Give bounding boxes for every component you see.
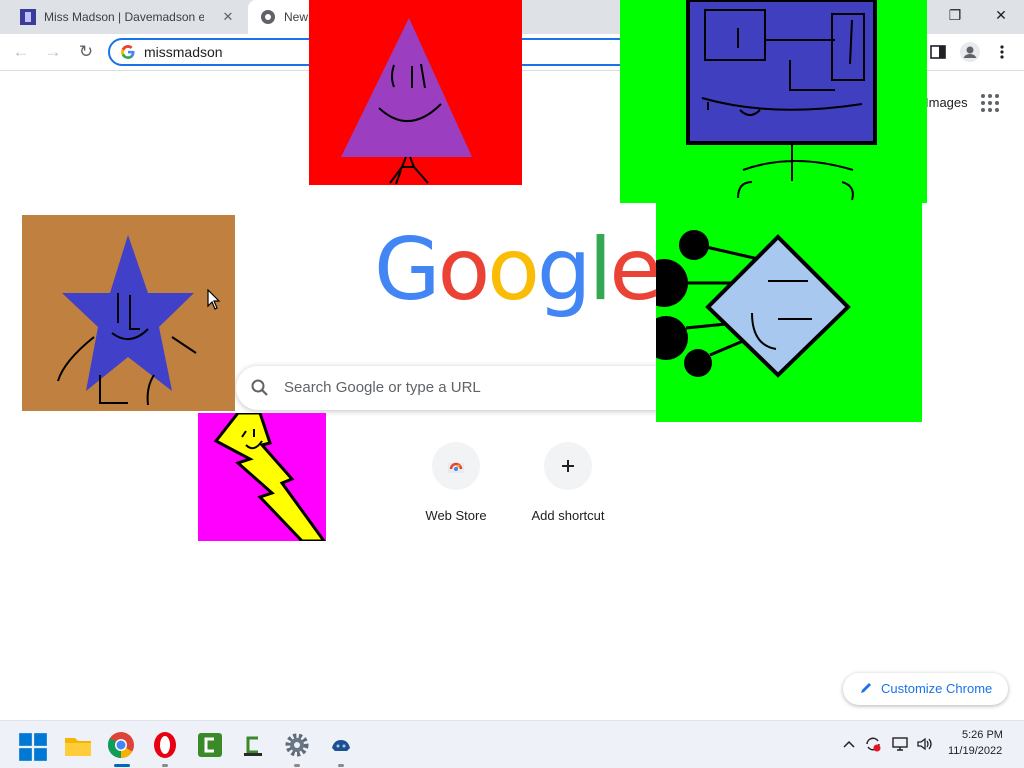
close-icon[interactable]: ✕: [220, 9, 236, 25]
chevron-up-icon[interactable]: [842, 737, 856, 751]
network-icon[interactable]: [891, 735, 909, 753]
search-icon: [251, 379, 268, 396]
game-icon[interactable]: [326, 730, 356, 760]
clock-time[interactable]: 5:26 PM: [962, 729, 1003, 741]
shortcut-add[interactable]: Add shortcut: [512, 442, 624, 532]
camtasia-recorder-icon[interactable]: [238, 730, 268, 760]
file-explorer-icon[interactable]: [63, 730, 93, 760]
menu-dots-icon[interactable]: [996, 43, 1008, 61]
side-panel-icon[interactable]: [929, 43, 947, 61]
shortcut-label: Add shortcut: [531, 508, 605, 523]
tab-title: Miss Madson | Davemadson ente: [44, 10, 204, 24]
logo-letter: o: [487, 220, 540, 320]
plus-icon: [562, 460, 574, 472]
blue-star-drawing: [22, 215, 235, 411]
google-logo: Google: [374, 220, 662, 320]
chrome-icon[interactable]: [106, 730, 136, 760]
pencil-icon: [861, 683, 871, 693]
logo-letter: o: [437, 220, 491, 320]
running-indicator: [338, 764, 344, 767]
camtasia-icon[interactable]: [195, 730, 225, 760]
images-link[interactable]: Images: [925, 95, 968, 110]
back-button[interactable]: ←: [9, 40, 33, 64]
search-placeholder: Search Google or type a URL: [284, 379, 481, 396]
profile-avatar-icon[interactable]: [959, 41, 981, 63]
chrome-favicon-icon: [261, 10, 275, 24]
opera-icon[interactable]: [150, 730, 180, 760]
windows-taskbar: [0, 720, 1024, 768]
shortcut-tile: [544, 442, 592, 490]
webstore-icon: [448, 462, 464, 473]
logo-letter: e: [609, 220, 662, 320]
active-app-indicator: [114, 764, 130, 767]
forward-button[interactable]: →: [41, 40, 65, 64]
running-indicator: [294, 764, 300, 767]
close-window-button[interactable]: ✕: [986, 4, 1016, 26]
blue-square-drawing: [620, 0, 927, 203]
blue-diamond-drawing: [656, 203, 922, 422]
shortcut-web-store[interactable]: Web Store: [400, 442, 512, 532]
customize-chrome-button[interactable]: Customize Chrome: [843, 673, 1008, 705]
logo-letter: G: [374, 220, 441, 320]
customize-label: Customize Chrome: [881, 681, 993, 696]
start-icon[interactable]: [18, 732, 48, 762]
sync-icon[interactable]: [864, 735, 882, 753]
site-favicon: [20, 9, 36, 25]
logo-letter: g: [536, 220, 592, 320]
running-indicator: [162, 764, 168, 767]
settings-icon[interactable]: [282, 730, 312, 760]
purple-triangle-drawing: [309, 0, 522, 185]
volume-icon[interactable]: [916, 735, 934, 753]
google-g-icon: [121, 45, 135, 59]
tab-miss-madson[interactable]: Miss Madson | Davemadson ente ✕: [8, 0, 246, 34]
clock-date[interactable]: 11/19/2022: [948, 745, 1002, 757]
reload-button[interactable]: ↻: [74, 40, 98, 64]
google-apps-icon[interactable]: [980, 93, 1000, 113]
address-value: missmadson: [144, 44, 223, 60]
logo-letter: l: [588, 220, 613, 320]
restore-button[interactable]: ❐: [940, 4, 970, 26]
mouse-cursor-icon: [207, 289, 221, 310]
shortcut-label: Web Store: [425, 508, 487, 523]
lightning-bolt-drawing: [198, 413, 326, 541]
shortcut-tile: [432, 442, 480, 490]
